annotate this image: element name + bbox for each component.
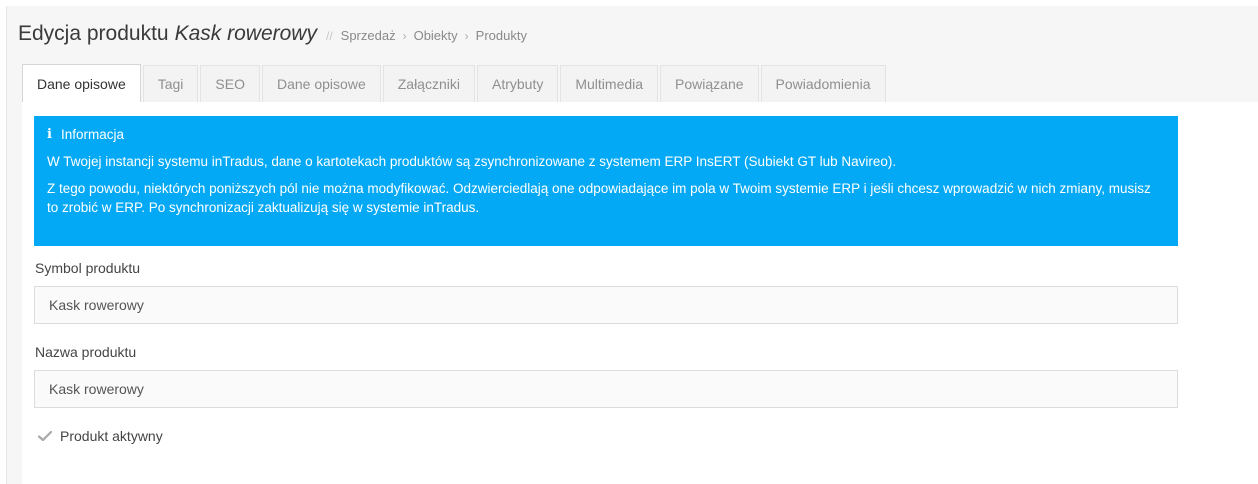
info-alert: i Informacja W Twojej instancji systemu … xyxy=(34,116,1178,246)
alert-header: i Informacja xyxy=(47,126,1165,145)
tab-dane-opisowe-2[interactable]: Dane opisowe xyxy=(262,65,381,102)
breadcrumb-arrow-icon: › xyxy=(464,29,469,43)
tab-powiazane[interactable]: Powiązane xyxy=(660,65,759,102)
breadcrumb-arrow-icon: › xyxy=(402,29,407,43)
info-icon: i xyxy=(47,127,52,143)
tab-seo[interactable]: SEO xyxy=(200,65,260,102)
breadcrumb-separator: // xyxy=(325,29,333,43)
tab-multimedia[interactable]: Multimedia xyxy=(560,65,659,102)
active-checkbox-row[interactable]: Produkt aktywny xyxy=(36,428,163,444)
product-title: Kask rowerowy xyxy=(174,22,317,45)
alert-text-line1: W Twojej instancji systemu inTradus, dan… xyxy=(47,153,897,169)
tab-zalaczniki[interactable]: Załączniki xyxy=(382,65,475,102)
tab-powiadomienia[interactable]: Powiadomienia xyxy=(760,65,886,102)
symbol-input[interactable] xyxy=(34,286,1178,324)
breadcrumb-sprzedaz[interactable]: Sprzedaż xyxy=(341,28,396,43)
symbol-label: Symbol produktu xyxy=(35,260,141,276)
checkmark-icon[interactable] xyxy=(36,429,54,443)
tab-dane-opisowe[interactable]: Dane opisowe xyxy=(22,64,141,103)
breadcrumb-obiekty[interactable]: Obiekty xyxy=(414,28,458,43)
tab-bar: Dane opisowe Tagi SEO Dane opisowe Załąc… xyxy=(22,64,1258,103)
page-header: Edycja produktu Kask rowerowy // Sprzeda… xyxy=(18,22,527,46)
name-label: Nazwa produktu xyxy=(35,344,137,360)
name-input[interactable] xyxy=(34,370,1178,408)
alert-title: Informacja xyxy=(60,127,124,142)
page-title: Edycja produktu xyxy=(18,22,169,45)
alert-text-line2: Z tego powodu, niektórych poniższych pól… xyxy=(47,180,1151,215)
active-checkbox-label: Produkt aktywny xyxy=(60,428,163,444)
tab-atrybuty[interactable]: Atrybuty xyxy=(476,65,559,102)
breadcrumb-produkty[interactable]: Produkty xyxy=(476,28,527,43)
tab-panel: i Informacja W Twojej instancji systemu … xyxy=(22,102,1258,484)
tab-tagi[interactable]: Tagi xyxy=(142,65,199,102)
